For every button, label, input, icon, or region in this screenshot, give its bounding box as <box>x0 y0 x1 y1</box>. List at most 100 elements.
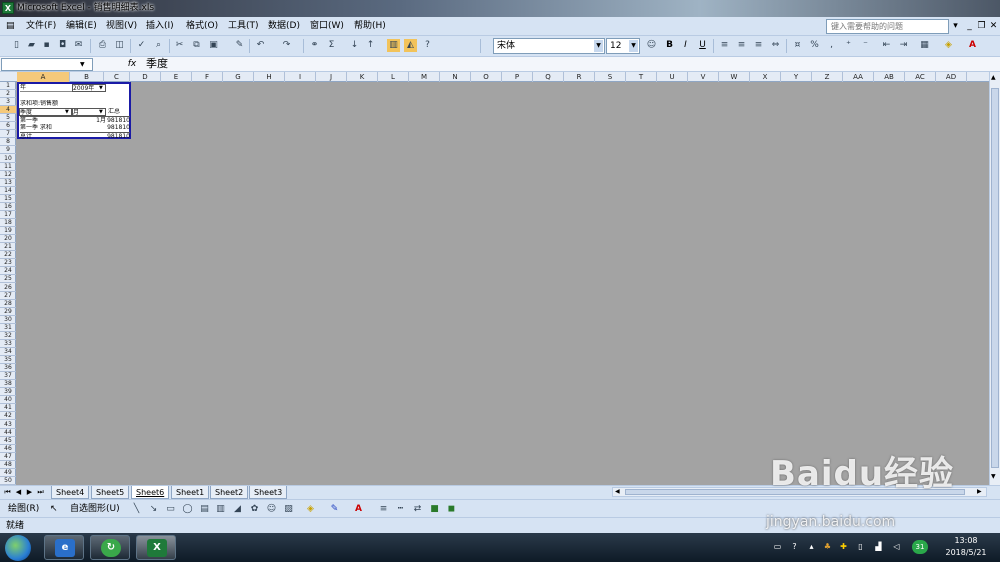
sort-ascending-icon[interactable]: ↓ <box>348 39 361 52</box>
column-header-n[interactable]: N <box>440 72 471 82</box>
row-header-42[interactable]: 42 <box>0 412 16 421</box>
column-header-a[interactable]: A <box>17 72 70 82</box>
select-objects-icon[interactable]: ↖ <box>50 503 58 515</box>
row-header-4[interactable]: 4 <box>0 106 16 115</box>
row-header-30[interactable]: 30 <box>0 316 16 324</box>
column-header-s[interactable]: S <box>595 72 626 82</box>
autosum-icon[interactable]: Σ <box>325 39 338 52</box>
menu-help[interactable]: 帮助(H) <box>354 20 386 32</box>
filter-dropdown-icon[interactable]: ▼ <box>99 84 103 92</box>
row-header-23[interactable]: 23 <box>0 259 16 268</box>
row-header-36[interactable]: 36 <box>0 364 16 373</box>
row-header-22[interactable]: 22 <box>0 251 16 260</box>
oval-icon[interactable]: ◯ <box>181 503 194 516</box>
scroll-thumb[interactable] <box>991 88 999 468</box>
italic-button[interactable]: I <box>679 39 692 52</box>
line-color-icon[interactable]: ✎ <box>328 503 341 516</box>
diagram-icon[interactable]: ✿ <box>248 503 261 516</box>
menu-view[interactable]: 视图(V) <box>106 20 137 32</box>
decrease-indent-icon[interactable]: ⇤ <box>880 39 893 52</box>
column-header-k[interactable]: K <box>347 72 378 82</box>
cell-a7[interactable]: 总计 <box>20 132 106 139</box>
column-header-v[interactable]: V <box>688 72 719 82</box>
row-header-31[interactable]: 31 <box>0 324 16 332</box>
row-header-15[interactable]: 15 <box>0 195 16 203</box>
print-preview-icon[interactable]: ◫ <box>113 39 126 52</box>
field-dropdown-icon[interactable]: ▼ <box>65 108 69 116</box>
arrow-style-icon[interactable]: ⇄ <box>411 503 424 516</box>
line-icon[interactable]: ╲ <box>130 503 143 516</box>
3d-icon[interactable]: ◼ <box>445 503 458 516</box>
row-header-8[interactable]: 8 <box>0 138 16 147</box>
row-header-1[interactable]: 1 <box>0 82 16 90</box>
formula-input[interactable]: 季度 <box>146 57 168 71</box>
tray-app-icon[interactable]: ♣ <box>822 541 833 552</box>
row-header-7[interactable]: 7 <box>0 130 16 139</box>
chart-wizard-icon[interactable]: ▥ <box>387 39 400 52</box>
row-header-21[interactable]: 21 <box>0 243 16 252</box>
column-header-m[interactable]: M <box>409 72 440 82</box>
percent-button[interactable]: % <box>808 39 821 52</box>
help-icon[interactable]: ? <box>421 39 434 52</box>
tab-sheet1[interactable]: Sheet1 <box>171 486 210 499</box>
scroll-left-icon[interactable]: ◀ <box>615 488 620 496</box>
row-header-29[interactable]: 29 <box>0 308 16 316</box>
row-header-27[interactable]: 27 <box>0 292 16 300</box>
scroll-up-icon[interactable]: ▲ <box>991 74 996 81</box>
column-header-ac[interactable]: AC <box>905 72 936 82</box>
merge-center-icon[interactable]: ⇔ <box>769 39 782 52</box>
row-header-26[interactable]: 26 <box>0 284 16 292</box>
tab-sheet4[interactable]: Sheet4 <box>51 486 90 499</box>
cell-b5[interactable]: 1月 <box>72 116 106 124</box>
row-header-25[interactable]: 25 <box>0 275 16 284</box>
increase-indent-icon[interactable]: ⇥ <box>897 39 910 52</box>
taskbar-excel[interactable]: X <box>136 535 176 560</box>
row-header-12[interactable]: 12 <box>0 171 16 179</box>
spelling-icon[interactable]: ✓ <box>135 39 148 52</box>
row-header-41[interactable]: 41 <box>0 404 16 413</box>
help-dropdown-icon[interactable]: ▾ <box>949 19 962 33</box>
font-color-icon[interactable]: A <box>966 39 979 52</box>
dash-style-icon[interactable]: ┅ <box>394 503 407 516</box>
chevron-down-icon[interactable]: ▼ <box>594 40 603 52</box>
align-right-icon[interactable]: ≡ <box>752 39 765 52</box>
column-header-i[interactable]: I <box>285 72 316 82</box>
next-sheet-icon[interactable]: ▶ <box>25 487 34 498</box>
font-size-select[interactable]: 12 ▼ <box>606 38 640 54</box>
menu-data[interactable]: 数据(D) <box>268 20 300 32</box>
row-header-34[interactable]: 34 <box>0 348 16 356</box>
fx-button[interactable]: fx <box>126 58 138 71</box>
borders-icon[interactable]: ▦ <box>918 39 931 52</box>
cell-a1[interactable]: 年 <box>20 84 72 92</box>
file-doc-icon[interactable]: ▤ <box>6 20 15 32</box>
font-name-select[interactable]: 宋体 ▼ <box>493 38 605 54</box>
draw-font-color-icon[interactable]: A <box>352 503 365 516</box>
tray-badge[interactable]: 31 <box>912 540 928 554</box>
network-icon[interactable]: ▟ <box>873 541 884 552</box>
excel-icon[interactable]: X <box>2 2 14 14</box>
column-header-j[interactable]: J <box>316 72 347 82</box>
row-header-39[interactable]: 39 <box>0 388 16 397</box>
row-header-32[interactable]: 32 <box>0 332 16 340</box>
row-header-11[interactable]: 11 <box>0 163 16 171</box>
help-search-input[interactable]: 键入需要帮助的问题 <box>826 19 949 34</box>
row-header-16[interactable]: 16 <box>0 203 16 211</box>
cell-c5[interactable]: 981810 <box>106 116 130 124</box>
menu-insert[interactable]: 插入(I) <box>146 20 174 32</box>
column-header-h[interactable]: H <box>254 72 285 82</box>
hyperlink-icon[interactable]: ⚭ <box>308 39 321 52</box>
autoshapes-menu[interactable]: 自选图形(U) <box>70 503 120 515</box>
bold-button[interactable]: B <box>663 39 676 52</box>
row-header-24[interactable]: 24 <box>0 267 16 276</box>
volume-icon[interactable]: ◁ <box>891 541 902 552</box>
row-header-18[interactable]: 18 <box>0 219 16 228</box>
row-header-38[interactable]: 38 <box>0 380 16 389</box>
prev-sheet-icon[interactable]: ◀ <box>14 487 23 498</box>
column-header-z[interactable]: Z <box>812 72 843 82</box>
pivot-table[interactable]: 年 2009年 ▼ 求和项:销售额 季度 ▼ 月 ▼ 汇总 第一季 1月 981… <box>17 82 131 139</box>
column-header-q[interactable]: Q <box>533 72 564 82</box>
row-header-43[interactable]: 43 <box>0 421 16 429</box>
close-icon[interactable]: ✕ <box>987 19 1000 33</box>
column-header-ab[interactable]: AB <box>874 72 905 82</box>
align-center-icon[interactable]: ≡ <box>735 39 748 52</box>
